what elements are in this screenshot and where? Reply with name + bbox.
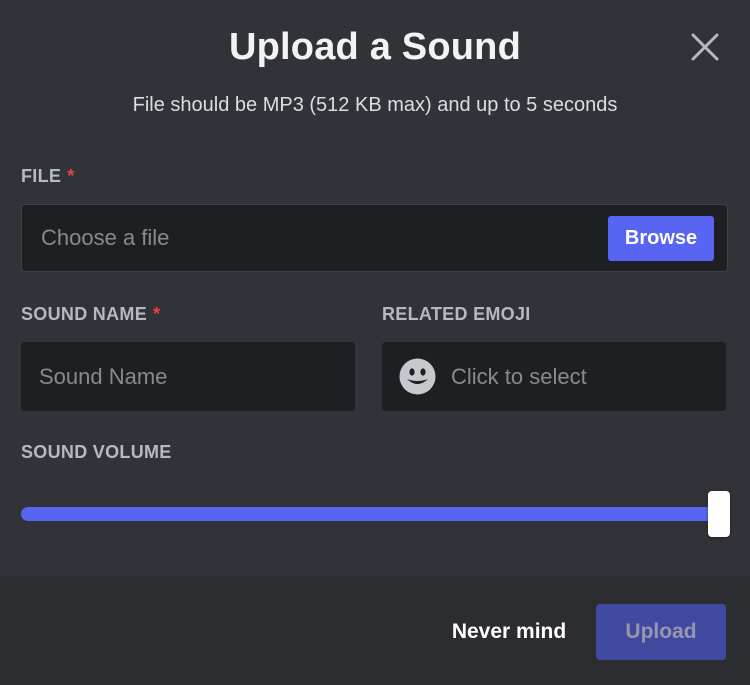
sound-name-label-text: SOUND NAME	[21, 304, 148, 324]
upload-button[interactable]: Upload	[596, 604, 726, 660]
smiley-face-icon	[399, 358, 436, 395]
dialog-body: Upload a Sound File should be MP3 (512 K…	[0, 0, 750, 576]
file-required-marker: *	[67, 166, 75, 186]
file-label-text: FILE	[21, 166, 62, 186]
browse-button[interactable]: Browse	[608, 216, 714, 261]
volume-slider-handle[interactable]	[708, 491, 730, 537]
sound-name-field	[21, 342, 355, 411]
emoji-placeholder: Click to select	[451, 364, 587, 389]
close-button[interactable]	[686, 28, 724, 66]
sound-volume-label: SOUND VOLUME	[21, 442, 172, 462]
sound-name-input[interactable]	[21, 342, 355, 411]
volume-slider-track[interactable]	[21, 507, 720, 521]
close-icon	[691, 33, 719, 61]
file-picker[interactable]: Choose a file Browse	[21, 204, 728, 272]
sound-name-required-marker: *	[153, 304, 161, 324]
file-label: FILE *	[21, 166, 75, 187]
related-emoji-label: RELATED EMOJI	[382, 304, 531, 324]
upload-sound-dialog: Upload a Sound File should be MP3 (512 K…	[0, 0, 750, 685]
dialog-title: Upload a Sound	[228, 26, 521, 68]
sound-name-label: SOUND NAME *	[21, 304, 160, 325]
never-mind-button[interactable]: Never mind	[440, 604, 578, 660]
file-placeholder: Choose a file	[41, 225, 170, 250]
dialog-subtitle: File should be MP3 (512 KB max) and up t…	[132, 94, 618, 116]
emoji-picker[interactable]: Click to select	[382, 342, 726, 411]
